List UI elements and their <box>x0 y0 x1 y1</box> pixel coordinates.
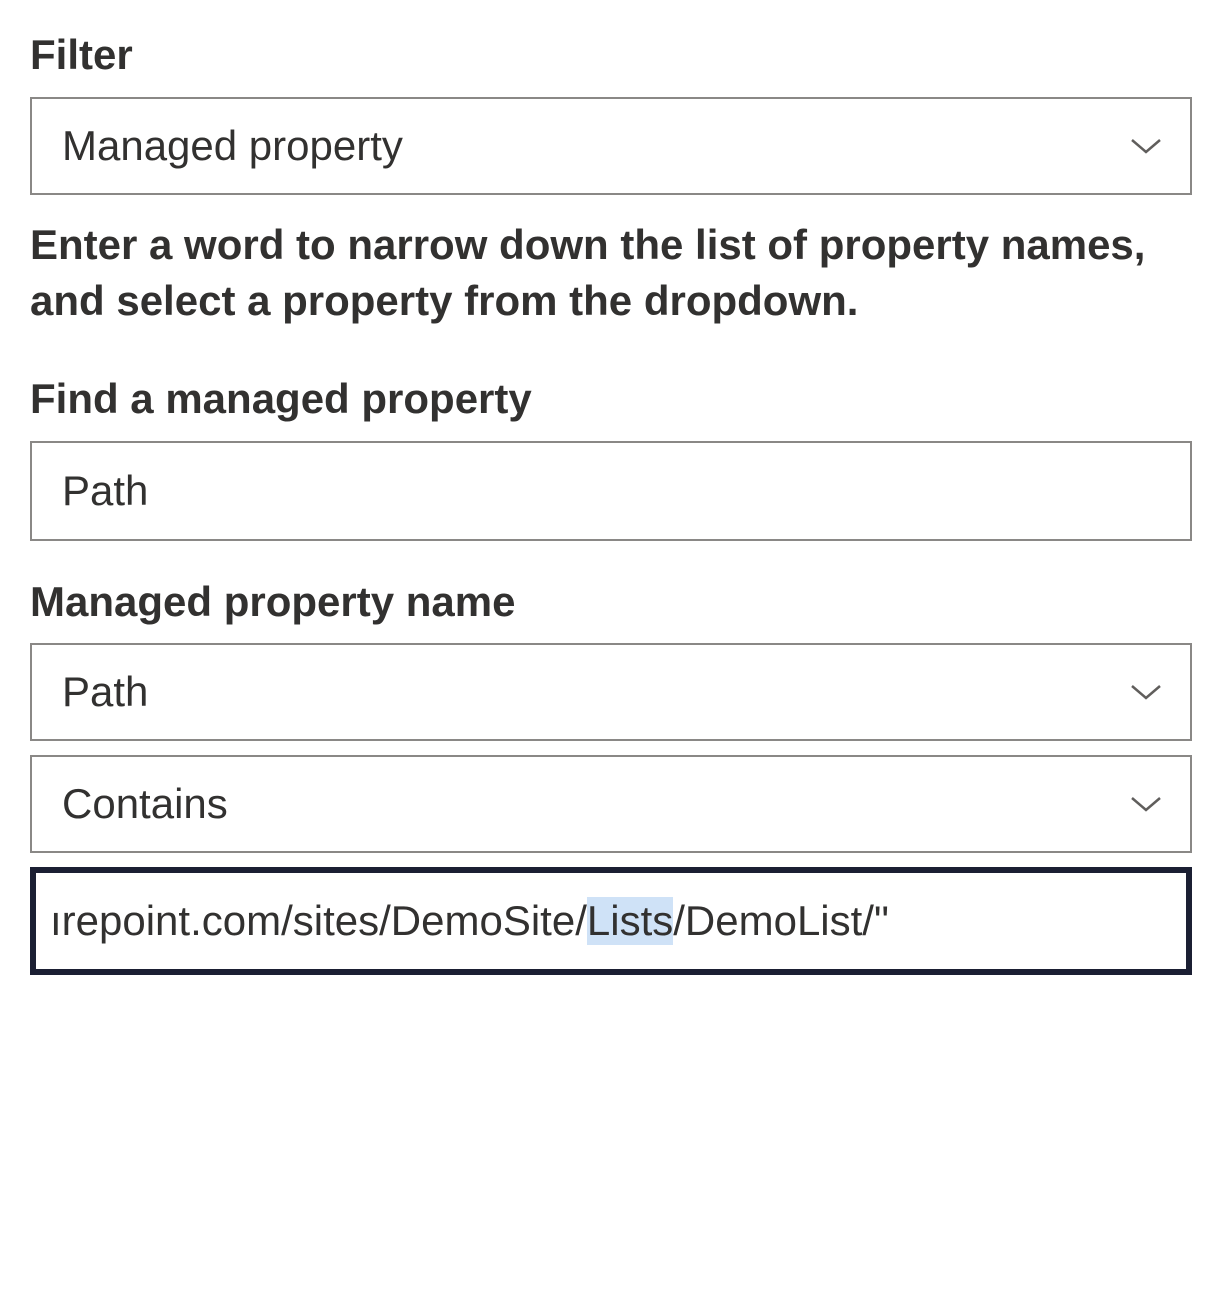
filter-dropdown-value: Managed property <box>62 122 403 170</box>
chevron-down-icon <box>1130 794 1162 814</box>
filter-section: Filter Managed property Enter a word to … <box>30 28 1192 330</box>
filter-value-text: ırepoint.com/sites/DemoSite/Lists/DemoLi… <box>50 897 889 945</box>
filter-dropdown[interactable]: Managed property <box>30 97 1192 195</box>
operator-dropdown-value: Contains <box>62 780 228 828</box>
find-property-label: Find a managed property <box>30 372 1192 427</box>
find-property-input[interactable] <box>62 467 1160 515</box>
find-property-input-wrapper[interactable] <box>30 441 1192 541</box>
find-property-section: Find a managed property <box>30 372 1192 541</box>
property-name-label: Managed property name <box>30 575 1192 630</box>
value-pre: ırepoint.com/sites/DemoSite/ <box>50 897 587 945</box>
filter-help-text: Enter a word to narrow down the list of … <box>30 217 1192 330</box>
filter-label: Filter <box>30 28 1192 83</box>
value-post: /DemoList/" <box>673 897 889 945</box>
chevron-down-icon <box>1130 682 1162 702</box>
operator-dropdown[interactable]: Contains <box>30 755 1192 853</box>
chevron-down-icon <box>1130 136 1162 156</box>
value-highlight: Lists <box>587 897 673 945</box>
property-name-dropdown-value: Path <box>62 668 148 716</box>
property-name-section: Managed property name Path Contains ırep… <box>30 575 1192 976</box>
filter-value-input[interactable]: ırepoint.com/sites/DemoSite/Lists/DemoLi… <box>30 867 1192 975</box>
property-name-dropdown[interactable]: Path <box>30 643 1192 741</box>
